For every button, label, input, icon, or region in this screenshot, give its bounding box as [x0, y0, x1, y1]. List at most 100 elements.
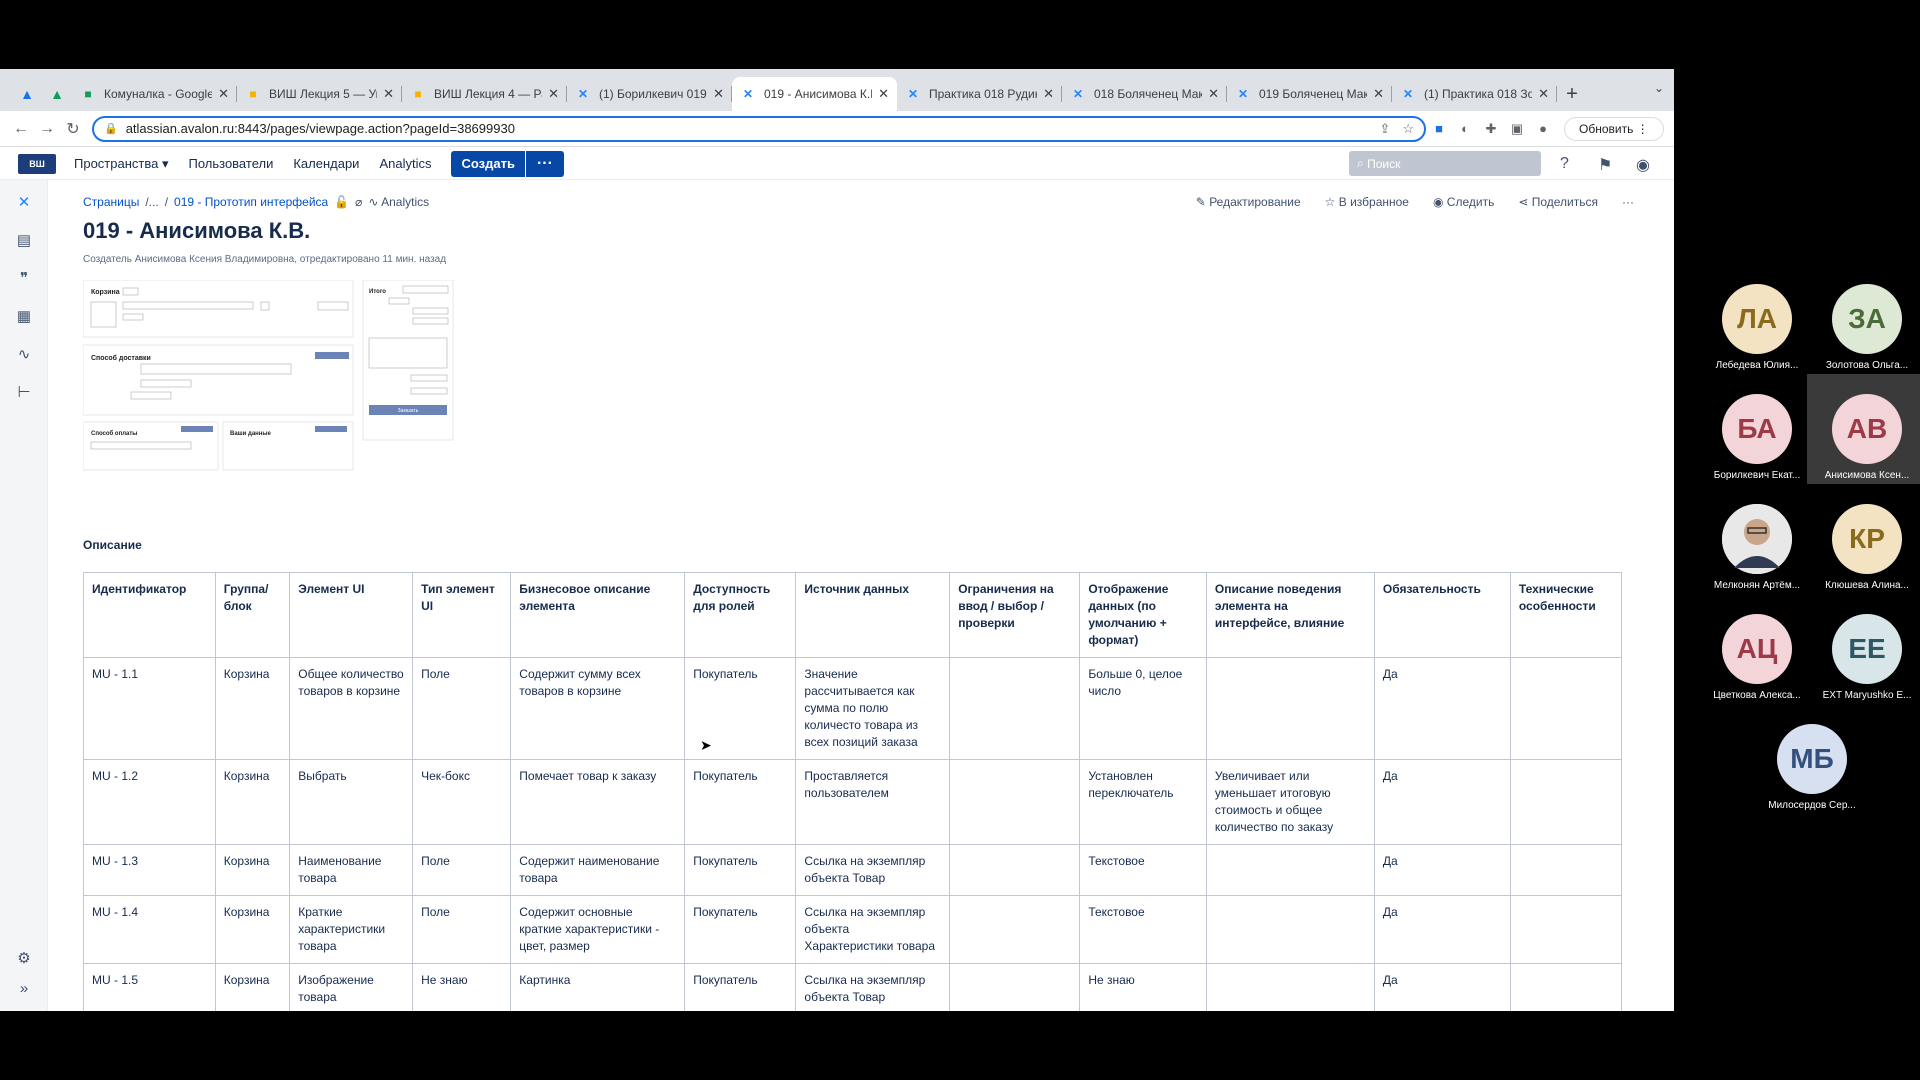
browser-tab[interactable]: ✕ 019 Боляченец Макс ✕	[1227, 77, 1392, 111]
table-cell[interactable]	[1205, 963, 1375, 1011]
table-cell[interactable]: Да	[1373, 895, 1511, 964]
table-cell[interactable]: MU - 1.3	[83, 844, 216, 896]
reload-icon[interactable]: ↻	[60, 116, 86, 142]
table-cell[interactable]: Поле	[412, 844, 512, 896]
url-field[interactable]: 🔒 atlassian.avalon.ru:8443/pages/viewpag…	[92, 115, 1426, 142]
browser-tab[interactable]: ✕ (1) Практика 018 Зо ✕	[1392, 77, 1557, 111]
table-cell[interactable]: Корзина	[214, 963, 291, 1011]
nav-analytics[interactable]: Analytics	[379, 156, 431, 171]
close-tab-icon[interactable]: ✕	[713, 86, 724, 102]
browser-tab[interactable]: ✕ 019 - Анисимова К.В. ✕	[732, 77, 897, 111]
table-cell[interactable]: Текстовое	[1079, 844, 1207, 896]
bookmark-star-icon[interactable]: ☆	[1402, 121, 1414, 137]
nav-calendars[interactable]: Календари	[293, 156, 359, 171]
table-cell[interactable]	[949, 844, 1081, 896]
browser-tab[interactable]: ■ ВИШ Лекция 4 — Раб ✕	[402, 77, 567, 111]
close-tab-icon[interactable]: ✕	[1538, 86, 1549, 102]
close-tab-icon[interactable]: ✕	[1043, 86, 1054, 102]
share-icon[interactable]: ⇪	[1379, 121, 1390, 137]
table-cell[interactable]: MU - 1.1	[83, 657, 216, 760]
close-tab-icon[interactable]: ✕	[548, 86, 559, 102]
table-cell[interactable]: MU - 1.4	[83, 895, 216, 964]
table-cell[interactable]: Да	[1373, 759, 1511, 845]
profile-avatar[interactable]: ●	[1530, 116, 1556, 142]
calendar-icon[interactable]: ▦	[12, 304, 36, 328]
participant-avatar[interactable]: АВ	[1832, 394, 1902, 464]
table-cell[interactable]: Поле	[412, 895, 512, 964]
table-cell[interactable]: Не знаю	[1079, 963, 1207, 1011]
table-cell[interactable]: Да	[1373, 657, 1511, 760]
table-cell[interactable]: Корзина	[214, 657, 291, 760]
pinned-tab-drive[interactable]: ▲	[12, 77, 42, 111]
table-cell[interactable]: Установлен переключатель	[1079, 759, 1207, 845]
browser-tab[interactable]: ■ ВИШ Лекция 5 — Упр ✕	[237, 77, 402, 111]
tree-icon[interactable]: ⊢	[12, 380, 36, 404]
table-cell[interactable]: Ссылка на экземпляр объекта Товар	[795, 844, 951, 896]
table-cell[interactable]: Общее количество товаров в корзине	[289, 657, 414, 760]
participant-avatar[interactable]	[1722, 504, 1792, 574]
table-cell[interactable]: Увеличивает или уменьшает итоговую стоим…	[1205, 759, 1375, 845]
pinned-tab-drive-2[interactable]: ▲	[42, 77, 72, 111]
table-cell[interactable]: Да	[1373, 844, 1511, 896]
forward-icon[interactable]: →	[34, 116, 60, 142]
close-tab-icon[interactable]: ✕	[878, 86, 889, 102]
table-cell[interactable]: Выбрать	[289, 759, 414, 845]
table-cell[interactable]: Наименование товара	[289, 844, 414, 896]
table-cell[interactable]: Краткие характеристики товара	[289, 895, 414, 964]
table-cell[interactable]: Ссылка на экземпляр объекта Характеристи…	[795, 895, 951, 964]
table-cell[interactable]: Картинка	[510, 963, 686, 1011]
more-actions-button[interactable]: ···	[1622, 195, 1634, 209]
breadcrumb-analytics[interactable]: ∿ Analytics	[368, 195, 429, 209]
participant-avatar[interactable]: ЛА	[1722, 284, 1792, 354]
create-button[interactable]: Создать	[451, 150, 525, 177]
confluence-icon[interactable]: ✕	[12, 190, 36, 214]
table-cell[interactable]: Содержит сумму всех товаров в корзине	[510, 657, 686, 760]
table-cell[interactable]: Чек-бокс	[412, 759, 512, 845]
table-cell[interactable]	[1205, 844, 1375, 896]
table-cell[interactable]	[1205, 895, 1375, 964]
table-cell[interactable]: Содержит основные краткие характеристики…	[510, 895, 686, 964]
participant-avatar[interactable]: КР	[1832, 504, 1902, 574]
edit-button[interactable]: ✎ Редактирование	[1196, 195, 1301, 209]
table-cell[interactable]	[949, 657, 1081, 760]
table-cell[interactable]: Изображение товара	[289, 963, 414, 1011]
table-cell[interactable]	[949, 963, 1081, 1011]
close-tab-icon[interactable]: ✕	[218, 86, 229, 102]
pages-icon[interactable]: ▤	[12, 228, 36, 252]
browser-tab[interactable]: ✕ Практика 018 Рудин ✕	[897, 77, 1062, 111]
table-cell[interactable]: Покупатель	[684, 759, 797, 845]
table-cell[interactable]: Поле	[412, 657, 512, 760]
close-tab-icon[interactable]: ✕	[1208, 86, 1219, 102]
site-logo[interactable]: ВШ	[18, 153, 56, 174]
table-cell[interactable]: Корзина	[214, 759, 291, 845]
notifications-icon[interactable]: ⚑	[1598, 155, 1612, 175]
table-cell[interactable]	[1509, 963, 1623, 1011]
expand-sidebar-icon[interactable]: »	[12, 976, 36, 1000]
table-cell[interactable]	[949, 759, 1081, 845]
table-cell[interactable]: Проставляется пользователем	[795, 759, 951, 845]
table-cell[interactable]: Текстовое	[1079, 895, 1207, 964]
participant-avatar[interactable]: ЕЕ	[1832, 614, 1902, 684]
breadcrumb-ellipsis[interactable]: /...	[145, 195, 158, 209]
table-cell[interactable]: MU - 1.2	[83, 759, 216, 845]
table-cell[interactable]	[1509, 895, 1623, 964]
close-tab-icon[interactable]: ✕	[1373, 86, 1384, 102]
table-cell[interactable]	[1509, 657, 1623, 760]
help-icon[interactable]: ?	[1560, 155, 1569, 173]
table-cell[interactable]	[1509, 759, 1623, 845]
table-cell[interactable]: Не знаю	[412, 963, 512, 1011]
nav-spaces[interactable]: Пространства ▾	[74, 156, 168, 172]
nav-users[interactable]: Пользователи	[188, 156, 273, 171]
browser-tab[interactable]: ■ Комуналка - Google ✕	[72, 77, 237, 111]
new-tab-button[interactable]: +	[1557, 77, 1587, 111]
browser-tab[interactable]: ✕ (1) Борилкевич 019 - ✕	[567, 77, 732, 111]
share-button[interactable]: ⋖ Поделиться	[1518, 195, 1598, 209]
settings-icon[interactable]: ⚙	[12, 946, 36, 970]
table-cell[interactable]	[1205, 657, 1375, 760]
table-cell[interactable]: Помечает товар к заказу	[510, 759, 686, 845]
table-cell[interactable]: Больше 0, целое число	[1079, 657, 1207, 760]
restrictions-icon[interactable]: 🔓	[334, 195, 349, 209]
table-cell[interactable]: Значение рассчитывается как сумма по пол…	[795, 657, 951, 760]
table-cell[interactable]: Покупатель	[684, 844, 797, 896]
user-avatar-icon[interactable]: ◉	[1636, 155, 1650, 175]
